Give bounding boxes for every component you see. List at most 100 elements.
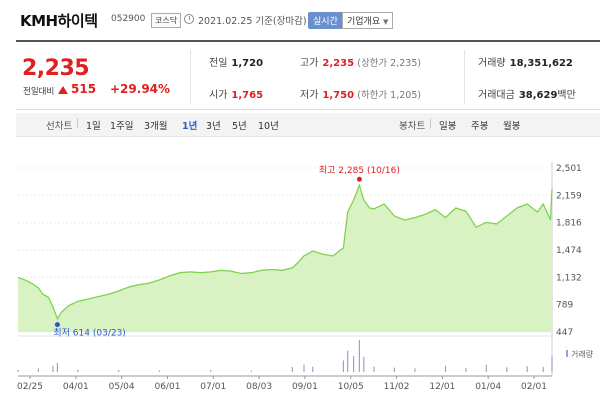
y-tick-label: 789 bbox=[556, 301, 573, 311]
x-tick-label: 02/01 bbox=[521, 382, 547, 392]
lower-limit: (하한가 1,205) bbox=[357, 90, 422, 101]
period-10y[interactable]: 10년 bbox=[258, 118, 279, 132]
y-tick-label: 2,159 bbox=[556, 191, 582, 201]
volume-bar bbox=[465, 368, 467, 372]
x-tick-label: 08/03 bbox=[246, 382, 272, 392]
period-3m[interactable]: 3개월 bbox=[144, 118, 168, 132]
stock-name: KMH하이텍 bbox=[20, 12, 98, 30]
separator: | bbox=[76, 118, 80, 129]
divider bbox=[190, 50, 191, 104]
candle-daily[interactable]: 일봉 bbox=[439, 118, 456, 132]
stock-code: 052900 bbox=[111, 14, 146, 24]
period-1y[interactable]: 1년 bbox=[182, 118, 197, 132]
volume-bar bbox=[77, 369, 79, 372]
volume-bar bbox=[526, 366, 528, 372]
change-label: 전일대비 bbox=[23, 87, 55, 97]
candle-chart-label[interactable]: 봉차트 bbox=[399, 118, 425, 132]
x-tick-label: 09/01 bbox=[292, 382, 318, 392]
volume-bar bbox=[393, 367, 395, 372]
x-tick-label: 07/01 bbox=[200, 382, 226, 392]
volume-bar bbox=[210, 370, 212, 372]
min-annotation: 최저 614 (03/23) bbox=[53, 328, 125, 339]
chevron-down-icon: ▼ bbox=[383, 18, 389, 26]
market-badge: 코스닥 bbox=[151, 13, 182, 28]
volume-bar bbox=[250, 370, 252, 372]
volume-bar bbox=[542, 367, 544, 372]
volume-value: 18,351,622 bbox=[509, 58, 573, 69]
prev-close-label: 전일 bbox=[209, 58, 228, 69]
upper-limit: (상한가 2,235) bbox=[357, 58, 422, 69]
low-price: 저가 1,750 (하한가 1,205) bbox=[300, 86, 421, 101]
up-arrow-icon bbox=[58, 86, 68, 94]
quote-date: 2021.02.25 기준(장마감) bbox=[198, 16, 307, 27]
candle-monthly[interactable]: 월봉 bbox=[503, 118, 520, 132]
volume-bar bbox=[158, 370, 161, 372]
period-3y[interactable]: 3년 bbox=[206, 118, 221, 132]
volume-bar bbox=[506, 367, 508, 372]
x-tick-label: 05/04 bbox=[109, 382, 135, 392]
volume-legend-swatch bbox=[566, 350, 568, 357]
x-tick-label: 11/02 bbox=[384, 382, 410, 392]
volume-bar bbox=[118, 370, 120, 372]
volume-bar bbox=[551, 356, 553, 372]
y-tick-label: 1,132 bbox=[556, 273, 582, 283]
volume-bar bbox=[342, 360, 344, 372]
y-tick-label: 447 bbox=[556, 328, 573, 338]
open-label: 시가 bbox=[209, 90, 228, 101]
volume-bar bbox=[353, 356, 355, 372]
period-selector: 선차트 | 1일 1주일 3개월 1년 3년 5년 10년 봉차트 | 일봉 주… bbox=[16, 113, 600, 137]
candle-weekly[interactable]: 주봉 bbox=[471, 118, 488, 132]
prev-close-value: 1,720 bbox=[231, 58, 264, 69]
price-area-fill bbox=[18, 185, 552, 332]
volume-bar bbox=[414, 368, 416, 372]
x-tick-label: 10/05 bbox=[338, 382, 364, 392]
price-chart: 447 789 1,132 1,474 1,816 2,159 2,501 02/25 04/0… bbox=[0, 140, 600, 405]
high-price: 고가 2,235 (상한가 2,235) bbox=[300, 54, 421, 69]
price-change-pct: +29.94% bbox=[110, 82, 171, 96]
period-1w[interactable]: 1주일 bbox=[110, 118, 134, 132]
y-tick-label: 2,501 bbox=[556, 164, 582, 174]
y-tick-label: 1,474 bbox=[556, 246, 582, 256]
volume-bar bbox=[347, 350, 349, 372]
current-price: 2,235 bbox=[22, 56, 90, 81]
volume-bar bbox=[52, 365, 54, 372]
volume-bar bbox=[56, 362, 58, 372]
period-5y[interactable]: 5년 bbox=[232, 118, 247, 132]
company-overview-button[interactable]: 기업개요 ▼ bbox=[342, 12, 394, 29]
prev-close: 전일 1,720 bbox=[209, 54, 263, 69]
x-tick-label: 01/04 bbox=[475, 382, 501, 392]
high-label: 고가 bbox=[300, 58, 319, 69]
amount-label: 거래대금 bbox=[478, 90, 515, 101]
max-annotation: 최고 2,285 (10/16) bbox=[319, 165, 400, 176]
volume-bar bbox=[363, 356, 365, 372]
divider bbox=[464, 50, 465, 104]
amount-unit: 백만 bbox=[557, 90, 576, 101]
price-change: 515 bbox=[71, 82, 97, 96]
x-tick-label: 06/01 bbox=[154, 382, 180, 392]
line-chart-label[interactable]: 선차트 bbox=[46, 118, 72, 132]
open-price: 시가 1,765 bbox=[209, 86, 263, 101]
volume-bar bbox=[373, 366, 375, 372]
volume-bar bbox=[17, 369, 19, 372]
quote-panel: 2,235 전일대비 515 +29.94% 전일 1,720 시가 1,765 고… bbox=[16, 40, 600, 110]
volume-bar bbox=[312, 366, 314, 372]
stock-header: KMH하이텍 052900 코스닥 2021.02.25 기준(장마감) 실시간… bbox=[0, 0, 600, 40]
x-tick-label: 12/01 bbox=[429, 382, 455, 392]
volume-legend-label: 거래량 bbox=[571, 349, 594, 359]
high-value: 2,235 bbox=[322, 58, 355, 69]
volume-bar bbox=[485, 364, 487, 372]
low-value: 1,750 bbox=[322, 90, 355, 101]
volume-bar bbox=[291, 367, 293, 372]
low-label: 저가 bbox=[300, 90, 319, 101]
volume-bar bbox=[303, 364, 305, 372]
volume: 거래량 18,351,622 bbox=[478, 54, 573, 69]
volume-bar bbox=[444, 365, 447, 372]
realtime-button[interactable]: 실시간 bbox=[308, 12, 343, 29]
amount-value: 38,629 bbox=[518, 90, 558, 101]
period-1d[interactable]: 1일 bbox=[86, 118, 101, 132]
volume-bar bbox=[37, 368, 39, 372]
x-tick-label: 04/01 bbox=[63, 382, 89, 392]
volume-label: 거래량 bbox=[478, 58, 506, 69]
clock-icon bbox=[184, 14, 194, 24]
volume-bar bbox=[358, 340, 360, 372]
